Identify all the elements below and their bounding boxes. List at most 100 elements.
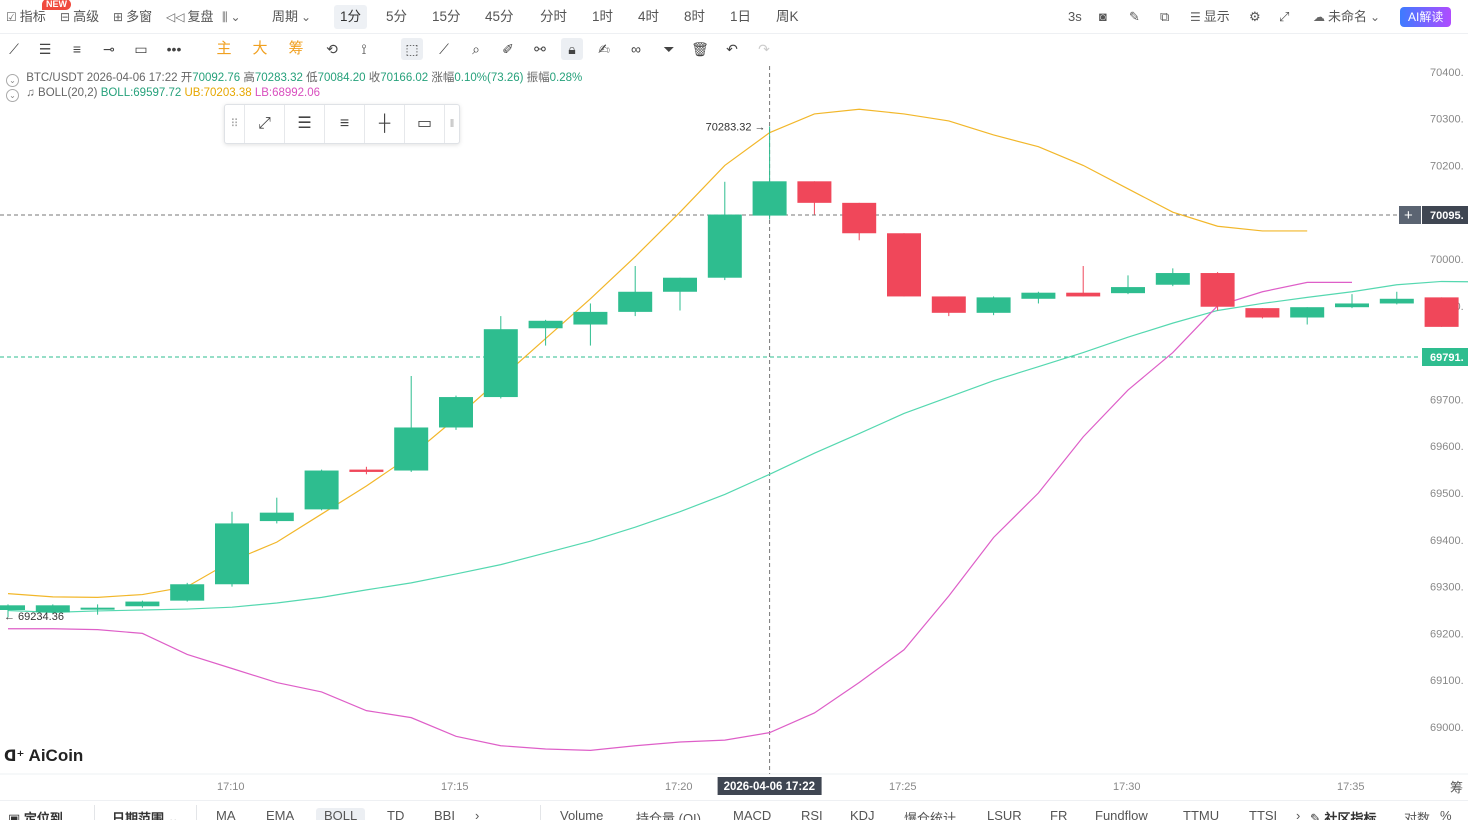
indicator-bbi[interactable]: BBI <box>434 808 455 820</box>
candle-body[interactable] <box>1335 303 1369 308</box>
display-button[interactable]: ☰ 显示 <box>1190 0 1230 34</box>
sub-rsi[interactable]: RSI <box>801 808 823 820</box>
candle-body[interactable] <box>1021 292 1056 299</box>
trend-line-icon[interactable]: ⤢ <box>245 105 285 143</box>
indicator-ma[interactable]: MA <box>216 808 236 820</box>
candle-body[interactable] <box>215 523 249 585</box>
horizontal-ray-icon[interactable]: ⊸ <box>98 38 120 60</box>
candle-body[interactable] <box>931 296 966 313</box>
chip-button[interactable]: 筹 <box>285 38 307 60</box>
candle-body[interactable] <box>1290 307 1325 318</box>
collapse-icon[interactable]: ⌄ <box>6 74 19 87</box>
period-1h[interactable]: 1时 <box>592 0 613 34</box>
rectangle-icon[interactable]: ▭ <box>130 38 152 60</box>
period-1m[interactable]: 1分 <box>334 5 368 29</box>
candle-body[interactable] <box>80 607 115 610</box>
candle-body[interactable] <box>394 427 429 471</box>
indicator-boll[interactable]: BOLL <box>316 808 366 820</box>
indicator-button[interactable]: ☑ 指标 <box>6 0 46 34</box>
candle-body[interactable] <box>439 397 473 428</box>
candle-body[interactable] <box>349 469 384 472</box>
period-8h[interactable]: 8时 <box>684 0 705 34</box>
chevron-right-icon[interactable]: › <box>1296 808 1300 820</box>
candle-body[interactable] <box>1379 298 1414 304</box>
big-order-button[interactable]: 大 <box>249 38 271 60</box>
locate-button[interactable]: ▣ 定位到... <box>8 808 74 820</box>
filter-icon[interactable]: ⏷ <box>658 38 680 60</box>
ai-interpret-button[interactable]: AI解读 <box>1400 7 1452 27</box>
multi-window-button[interactable]: ⊞ 多窗 <box>113 0 152 34</box>
candle-body[interactable] <box>752 181 787 216</box>
candle-body[interactable] <box>304 470 339 510</box>
rectangle-icon[interactable]: ▭ <box>405 105 445 143</box>
candle-body[interactable] <box>707 214 742 278</box>
line-tool-icon[interactable]: ⟋ <box>3 38 25 60</box>
undo-icon[interactable]: ↶ <box>721 38 743 60</box>
horizontal-lines-icon[interactable]: ≡ <box>325 105 365 143</box>
magnet-icon[interactable]: ⟟ <box>353 38 375 60</box>
sub-fr[interactable]: FR <box>1050 808 1067 820</box>
period-5m[interactable]: 5分 <box>386 0 407 34</box>
horizontal-lines-icon[interactable]: ≡ <box>66 38 88 60</box>
redo-icon[interactable]: ↷ <box>753 38 775 60</box>
candlestick-chart[interactable]: 70400.70300.70200.70000.69900.69700.6960… <box>0 66 1468 800</box>
sub-liquidation[interactable]: 爆仓统计 <box>904 808 956 820</box>
sub-lsur[interactable]: LSUR <box>987 808 1022 820</box>
candle-body[interactable] <box>528 320 563 329</box>
candle-body[interactable] <box>483 329 518 398</box>
date-range-dropdown[interactable]: 日期范围 ⌄ <box>112 808 179 820</box>
log-scale-toggle[interactable]: 对数 <box>1404 808 1430 820</box>
candle-body[interactable] <box>125 601 160 607</box>
period-1d[interactable]: 1日 <box>730 0 751 34</box>
sub-oi[interactable]: 持仓量 (OI) <box>636 808 701 820</box>
popout-icon[interactable]: ⧉ <box>1160 0 1169 34</box>
advanced-button[interactable]: ⊟ 高级 <box>60 0 99 34</box>
candle-body[interactable] <box>797 181 832 203</box>
indicator-ema[interactable]: EMA <box>266 808 294 820</box>
trash-icon[interactable]: 🗑︎ <box>689 38 711 60</box>
candle-body[interactable] <box>1066 292 1101 297</box>
main-force-button[interactable]: 主 <box>213 38 235 60</box>
drag-handle-icon[interactable]: ‖ <box>445 105 459 143</box>
parallel-channel-icon[interactable]: ☰ <box>285 105 325 143</box>
candle-body[interactable] <box>573 311 608 325</box>
sub-ttmu[interactable]: TTMU <box>1183 808 1219 820</box>
bell-icon[interactable]: ♫ <box>26 87 35 99</box>
candle-body[interactable] <box>1200 273 1235 307</box>
refresh-interval[interactable]: 3s <box>1068 0 1082 34</box>
drag-handle-icon[interactable]: ⠿ <box>225 105 245 143</box>
candle-body[interactable] <box>842 202 877 234</box>
candle-body[interactable] <box>1111 287 1145 294</box>
ruler-icon[interactable]: ⟋ <box>433 38 455 60</box>
candle-body[interactable] <box>170 584 205 601</box>
sub-macd[interactable]: MACD <box>733 808 771 820</box>
period-45m[interactable]: 45分 <box>485 0 514 34</box>
candle-body[interactable] <box>1245 308 1280 318</box>
parallel-lines-icon[interactable]: ☰ <box>34 38 56 60</box>
brush-icon[interactable]: ✐ <box>497 38 519 60</box>
candle-body[interactable] <box>663 277 697 292</box>
zoom-icon[interactable]: ⌕ <box>465 38 487 60</box>
pen-icon[interactable]: ✎ <box>1129 0 1140 34</box>
candle-body[interactable] <box>618 291 653 312</box>
settings-icon[interactable]: ⚙ <box>1249 0 1261 34</box>
sub-volume[interactable]: Volume <box>560 808 603 820</box>
sub-fundflow[interactable]: Fundflow <box>1095 808 1148 820</box>
chevron-right-icon[interactable]: › <box>475 808 479 820</box>
percent-toggle[interactable]: % <box>1440 808 1452 820</box>
link-icon[interactable]: ⚯ <box>529 38 551 60</box>
camera-icon[interactable]: ◙ <box>1099 0 1107 34</box>
cursor-select-icon[interactable]: ⬚ <box>401 38 423 60</box>
collapse-icon[interactable]: ⌄ <box>6 89 19 102</box>
indicator-td[interactable]: TD <box>387 808 404 820</box>
period-dropdown[interactable]: 周期 ⌄ <box>272 0 314 34</box>
replay-button[interactable]: ◁◁ 复盘 <box>166 0 213 34</box>
lock-icon[interactable]: 🔒︎ <box>561 38 583 60</box>
fullscreen-icon[interactable]: ⤢ <box>1279 0 1289 34</box>
candle-body[interactable] <box>259 512 294 522</box>
period-1w[interactable]: 周K <box>776 0 799 34</box>
chart-type-button[interactable]: ⫼ ⌄ <box>222 0 244 34</box>
candle-body[interactable] <box>1155 273 1190 285</box>
candle-body[interactable] <box>0 605 25 610</box>
account-dropdown[interactable]: ☁ 未命名 ⌄ <box>1313 0 1383 34</box>
